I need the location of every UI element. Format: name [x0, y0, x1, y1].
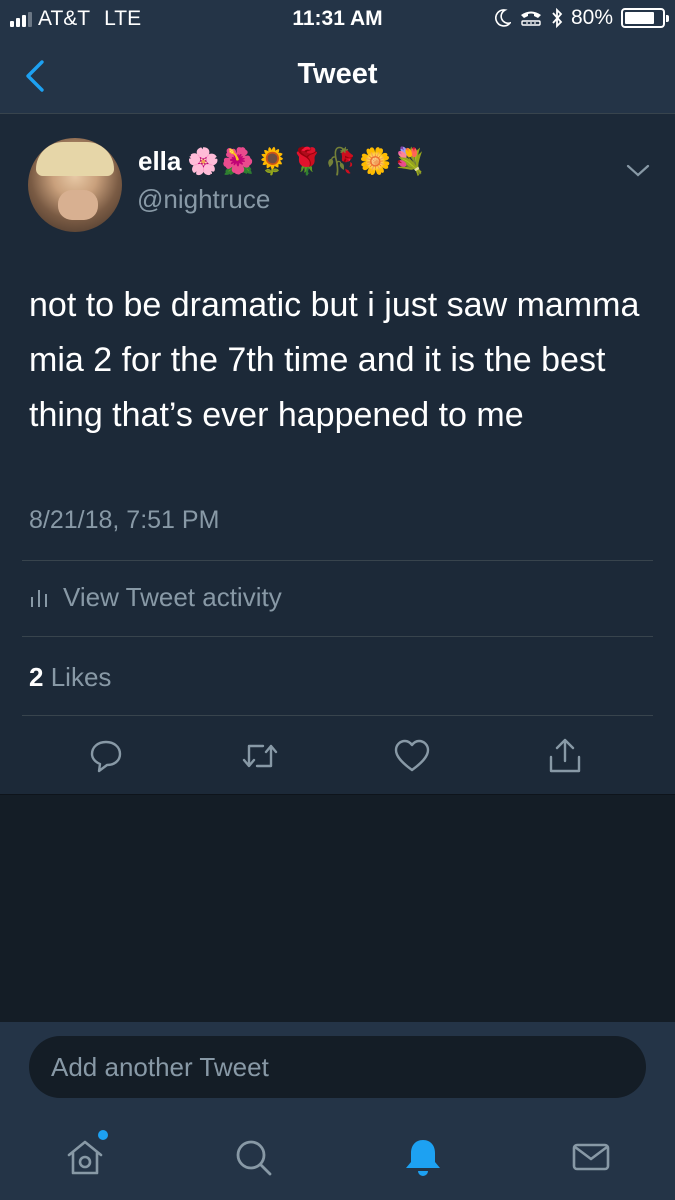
tab-notifications[interactable]: [398, 1132, 448, 1182]
likes-count[interactable]: 2 Likes: [29, 662, 111, 693]
like-button[interactable]: [390, 734, 434, 778]
divider: [22, 636, 653, 637]
divider: [22, 560, 653, 561]
chevron-down-icon: [626, 164, 650, 177]
share-button[interactable]: [543, 734, 587, 778]
likes-number: 2: [29, 662, 44, 692]
nav-bar: Tweet: [0, 38, 675, 114]
author-name-emojis: 🌸🌺🌻🌹🥀🌼💐: [187, 146, 428, 176]
chevron-left-icon: [26, 60, 44, 92]
tweet-timestamp: 8/21/18, 7:51 PM: [29, 506, 220, 534]
reply-icon: [90, 740, 122, 773]
bluetooth-icon: [552, 8, 563, 28]
likes-label: Likes: [50, 662, 112, 692]
unread-dot: [98, 1130, 108, 1140]
status-icons: 80%: [495, 6, 669, 30]
home-icon: [67, 1140, 103, 1175]
tab-messages[interactable]: [566, 1132, 616, 1182]
add-tweet-input[interactable]: [29, 1036, 646, 1098]
notifications-icon: [406, 1140, 440, 1176]
retweet-button[interactable]: [238, 734, 282, 778]
like-icon: [394, 739, 430, 772]
share-icon: [549, 738, 581, 773]
compose-bar: [0, 1022, 675, 1118]
tweet-detail: ella 🌸🌺🌻🌹🥀🌼💐 @nightruce not to be dramati…: [0, 114, 675, 795]
reply-button[interactable]: [84, 734, 128, 778]
back-button[interactable]: [18, 56, 58, 96]
analytics-icon: [31, 589, 47, 607]
view-activity-label: View Tweet activity: [63, 582, 282, 612]
moon-icon: [495, 9, 511, 27]
divider: [22, 715, 653, 716]
search-icon: [236, 1140, 272, 1176]
view-activity-link[interactable]: View Tweet activity: [29, 582, 282, 613]
battery-icon: [621, 8, 669, 28]
author-handle[interactable]: @nightruce: [137, 184, 270, 215]
tab-bar: [0, 1118, 675, 1200]
more-options-button[interactable]: [624, 158, 652, 182]
tab-home[interactable]: [60, 1130, 110, 1182]
author-name[interactable]: ella 🌸🌺🌻🌹🥀🌼💐: [138, 146, 428, 177]
status-bar: AT&T LTE 11:31 AM 80%: [0, 0, 675, 38]
battery-percent: 80%: [570, 6, 613, 29]
tweet-text: not to be dramatic but i just saw mamma …: [29, 286, 640, 434]
tab-search[interactable]: [228, 1132, 278, 1182]
page-title: Tweet: [297, 58, 378, 90]
tty-icon: [520, 11, 541, 26]
retweet-icon: [242, 744, 278, 768]
messages-icon: [572, 1143, 610, 1171]
author-name-text: ella: [138, 146, 182, 176]
avatar[interactable]: [28, 138, 122, 232]
